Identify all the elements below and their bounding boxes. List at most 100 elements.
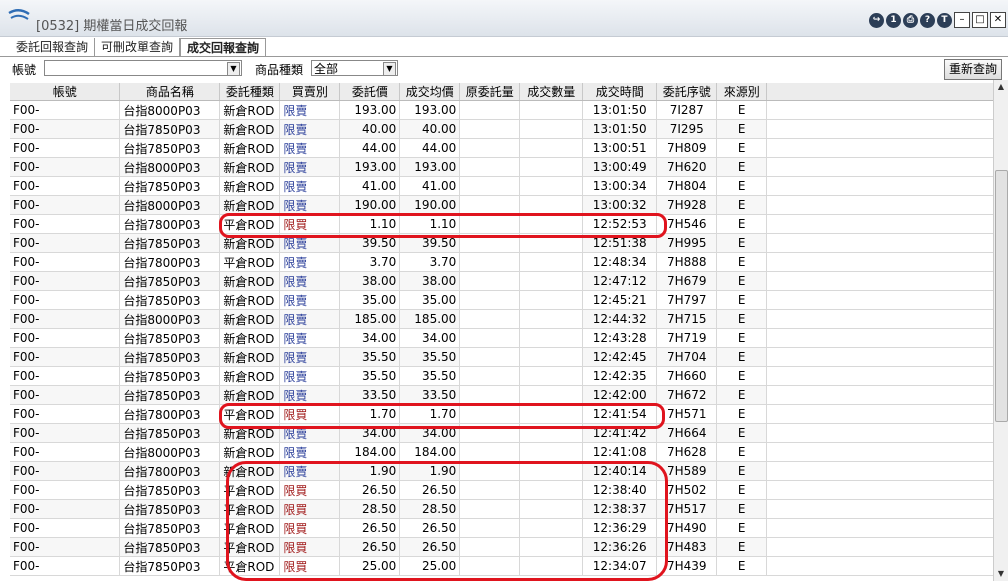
chevron-down-icon[interactable]: ▼ bbox=[227, 62, 240, 76]
col-orig-qty[interactable]: 原委託量 bbox=[459, 83, 521, 101]
product-type-select[interactable]: 全部 ▼ bbox=[311, 60, 398, 76]
cell-fill-qty bbox=[519, 290, 584, 310]
cell-fill-qty bbox=[519, 328, 584, 348]
vertical-scrollbar[interactable]: ▲ ▼ bbox=[993, 80, 1008, 581]
col-product-name[interactable]: 商品名稱 bbox=[119, 83, 221, 101]
cell-order-type: 新倉ROD bbox=[219, 366, 281, 386]
col-side[interactable]: 買賣別 bbox=[279, 83, 341, 101]
cell-filler bbox=[766, 100, 994, 120]
product-type-label: 商品種類 bbox=[255, 63, 304, 77]
print-icon[interactable]: ⎙ bbox=[903, 13, 918, 28]
cell-order-type: 平倉ROD bbox=[219, 252, 281, 272]
export-icon[interactable]: ↪ bbox=[869, 13, 884, 28]
table-row[interactable]: F00- 台指7850P03 平倉ROD 限買 25.00 25.00 12:34:07 7H… bbox=[10, 556, 994, 576]
cell-filler bbox=[766, 366, 994, 386]
help-icon[interactable]: ? bbox=[920, 13, 935, 28]
cell-source: E bbox=[716, 252, 768, 272]
scroll-down-icon[interactable]: ▼ bbox=[994, 567, 1008, 581]
table-row[interactable]: F00- 台指7850P03 新倉ROD 限賣 35.50 35.50 12:42:35 7H… bbox=[10, 366, 994, 386]
col-avg-fill-price[interactable]: 成交均價 bbox=[399, 83, 461, 101]
cell-fill-qty bbox=[519, 176, 584, 196]
table-row[interactable]: F00- 台指7850P03 新倉ROD 限賣 33.50 33.50 12:42:00 7H… bbox=[10, 385, 994, 405]
table-row[interactable]: F00- 台指7850P03 新倉ROD 限賣 34.00 34.00 12:41:42 7H… bbox=[10, 423, 994, 443]
cell-filler bbox=[766, 271, 994, 291]
cell-fill-qty bbox=[519, 138, 584, 158]
cell-product-name: 台指8000P03 bbox=[119, 195, 221, 215]
table-row[interactable]: F00- 台指7850P03 新倉ROD 限賣 41.00 41.00 13:00:34 7H… bbox=[10, 176, 994, 196]
minimize-button[interactable]: – bbox=[954, 12, 970, 28]
scroll-up-icon[interactable]: ▲ bbox=[994, 80, 1008, 94]
cell-side: 限買 bbox=[279, 518, 341, 538]
table-row[interactable]: F00- 台指7850P03 平倉ROD 限買 26.50 26.50 12:38:40 7H… bbox=[10, 480, 994, 500]
cell-source: E bbox=[716, 556, 768, 576]
table-row[interactable]: F00- 台指8000P03 新倉ROD 限賣 190.00 190.00 13:00:32… bbox=[10, 195, 994, 215]
table-row[interactable]: F00- 台指7850P03 新倉ROD 限賣 38.00 38.00 12:47:12 7H… bbox=[10, 271, 994, 291]
cell-order-no: 7H809 bbox=[656, 138, 718, 158]
cell-avg-fill-price: 1.70 bbox=[399, 404, 461, 424]
cell-filler bbox=[766, 461, 994, 481]
col-source[interactable]: 來源別 bbox=[716, 83, 768, 101]
table-row[interactable]: F00- 台指8000P03 新倉ROD 限賣 193.00 193.00 13:01:50… bbox=[10, 100, 994, 120]
col-fill-qty[interactable]: 成交數量 bbox=[519, 83, 584, 101]
table-row[interactable]: F00- 台指8000P03 新倉ROD 限賣 193.00 193.00 13:00:49… bbox=[10, 157, 994, 177]
cell-account: F00- bbox=[10, 195, 121, 215]
cell-order-no: 7H589 bbox=[656, 461, 718, 481]
scroll-thumb[interactable] bbox=[995, 170, 1008, 422]
cell-fill-time: 12:47:12 bbox=[582, 271, 658, 291]
table-row[interactable]: F00- 台指7850P03 新倉ROD 限賣 44.00 44.00 13:00:51 7H… bbox=[10, 138, 994, 158]
cell-order-type: 平倉ROD bbox=[219, 556, 281, 576]
table-row[interactable]: F00- 台指8000P03 新倉ROD 限賣 184.00 184.00 12:41:08… bbox=[10, 442, 994, 462]
table-row[interactable]: F00- 台指7850P03 新倉ROD 限賣 34.00 34.00 12:43:28 7H… bbox=[10, 328, 994, 348]
col-order-type[interactable]: 委託種類 bbox=[219, 83, 281, 101]
cell-fill-qty bbox=[519, 309, 584, 329]
cell-orig-qty bbox=[459, 214, 521, 234]
refresh-button[interactable]: 重新查詢 bbox=[943, 59, 1002, 80]
cell-source: E bbox=[716, 385, 768, 405]
cell-avg-fill-price: 3.70 bbox=[399, 252, 461, 272]
table-row[interactable]: F00- 台指7800P03 平倉ROD 限買 1.70 1.70 12:41:54 7H57… bbox=[10, 404, 994, 424]
col-order-price[interactable]: 委託價 bbox=[339, 83, 401, 101]
maximize-button[interactable]: □ bbox=[972, 12, 988, 28]
cell-avg-fill-price: 35.00 bbox=[399, 290, 461, 310]
table-row[interactable]: F00- 台指7850P03 平倉ROD 限買 26.50 26.50 12:36:26 7H… bbox=[10, 537, 994, 557]
cell-filler bbox=[766, 537, 994, 557]
table-row[interactable]: F00- 台指7800P03 新倉ROD 限賣 1.90 1.90 12:40:14 7H58… bbox=[10, 461, 994, 481]
cell-product-name: 台指7850P03 bbox=[119, 176, 221, 196]
cell-account: F00- bbox=[10, 404, 121, 424]
account-select[interactable]: ▼ bbox=[44, 60, 242, 76]
table-row[interactable]: F00- 台指7850P03 平倉ROD 限買 26.50 26.50 12:36:29 7H… bbox=[10, 518, 994, 538]
cell-side: 限賣 bbox=[279, 347, 341, 367]
chevron-down-icon[interactable]: ▼ bbox=[383, 62, 396, 76]
tab-fill-report[interactable]: 成交回報查詢 bbox=[180, 38, 267, 56]
cell-order-no: 7I287 bbox=[656, 100, 718, 120]
col-account[interactable]: 帳號 bbox=[10, 83, 121, 101]
cell-fill-qty bbox=[519, 271, 584, 291]
cell-fill-qty bbox=[519, 518, 584, 538]
cell-order-price: 26.50 bbox=[339, 518, 401, 538]
table-row[interactable]: F00- 台指7800P03 平倉ROD 限買 1.10 1.10 12:52:53 7H54… bbox=[10, 214, 994, 234]
table-row[interactable]: F00- 台指7850P03 新倉ROD 限賣 40.00 40.00 13:01:50 7I… bbox=[10, 119, 994, 139]
cell-account: F00- bbox=[10, 328, 121, 348]
table-row[interactable]: F00- 台指7850P03 新倉ROD 限賣 39.50 39.50 12:51:38 7H… bbox=[10, 233, 994, 253]
cell-filler bbox=[766, 176, 994, 196]
topmost-icon[interactable]: T bbox=[937, 13, 952, 28]
table-row[interactable]: F00- 台指7850P03 新倉ROD 限賣 35.50 35.50 12:42:45 7H… bbox=[10, 347, 994, 367]
tab-order-report[interactable]: 委託回報查詢 bbox=[10, 38, 96, 56]
tab-cancelable-orders[interactable]: 可刪改單查詢 bbox=[95, 38, 181, 56]
cell-order-no: 7H571 bbox=[656, 404, 718, 424]
one-icon[interactable]: 1 bbox=[886, 13, 901, 28]
cell-product-name: 台指7850P03 bbox=[119, 518, 221, 538]
cell-filler bbox=[766, 499, 994, 519]
cell-fill-qty bbox=[519, 537, 584, 557]
table-row[interactable]: F00- 台指7800P03 平倉ROD 限賣 3.70 3.70 12:48:34 7H88… bbox=[10, 252, 994, 272]
table-row[interactable]: F00- 台指7850P03 新倉ROD 限賣 35.00 35.00 12:45:21 7H… bbox=[10, 290, 994, 310]
table-row[interactable]: F00- 台指7850P03 平倉ROD 限買 28.50 28.50 12:38:37 7H… bbox=[10, 499, 994, 519]
window-controls: – □ ✕ bbox=[954, 12, 1006, 28]
cell-fill-time: 12:42:00 bbox=[582, 385, 658, 405]
col-fill-time[interactable]: 成交時間 bbox=[582, 83, 658, 101]
col-order-no[interactable]: 委託序號 bbox=[656, 83, 718, 101]
cell-orig-qty bbox=[459, 366, 521, 386]
table-row[interactable]: F00- 台指8000P03 新倉ROD 限賣 185.00 185.00 12:44:32… bbox=[10, 309, 994, 329]
title-toolbar: ↪ 1 ⎙ ? T bbox=[869, 13, 952, 28]
close-button[interactable]: ✕ bbox=[990, 12, 1006, 28]
